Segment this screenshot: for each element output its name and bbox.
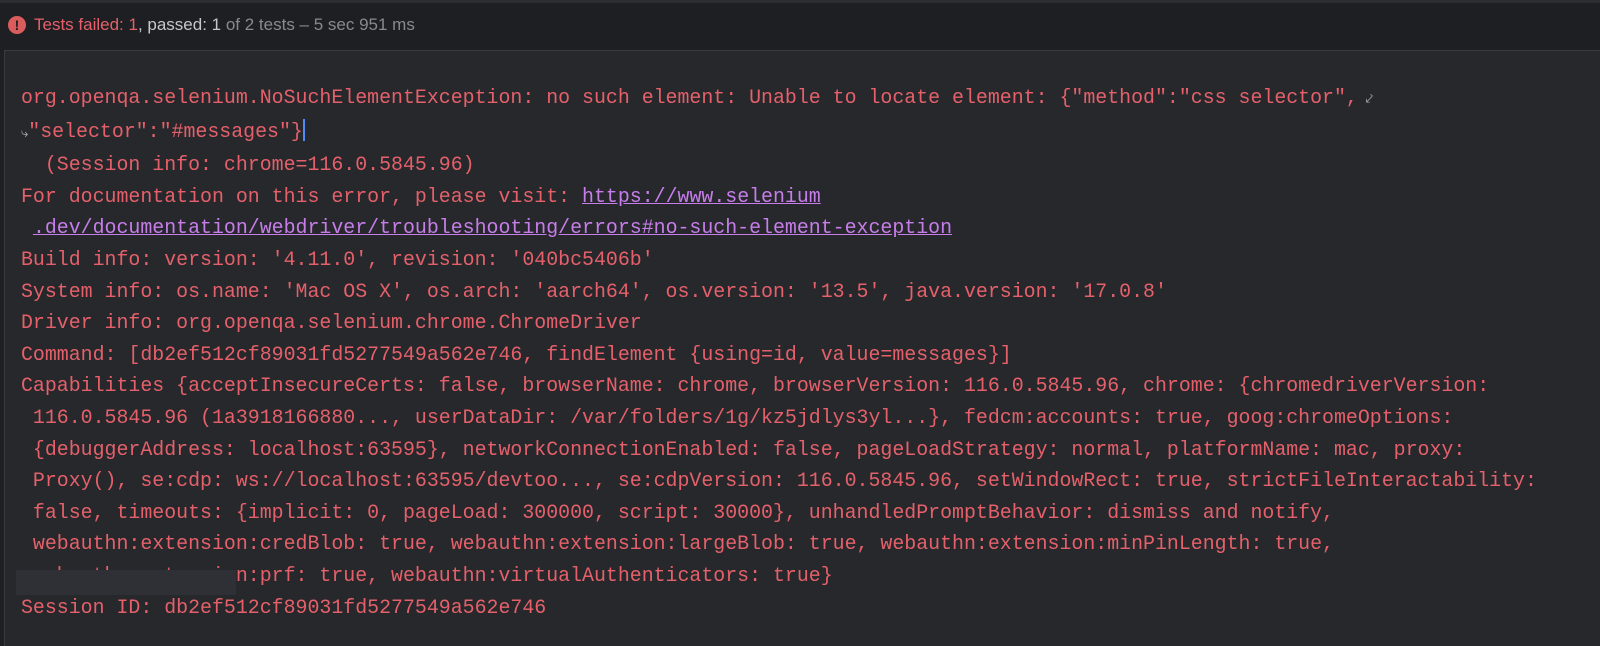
console-line: Command: [db2ef512cf89031fd5277549a562e7…: [21, 342, 1012, 366]
console-line: Proxy(), se:cdp: ws://localhost:63595/de…: [21, 469, 1537, 493]
error-icon: !: [8, 16, 26, 34]
documentation-link[interactable]: https://www.selenium: [582, 185, 821, 208]
console-line: Capabilities {acceptInsecureCerts: false…: [21, 374, 1490, 398]
test-status-bar: ! Tests failed: 1, passed: 1 of 2 tests …: [8, 12, 415, 38]
console-line: Session ID: db2ef512cf89031fd5277549a562…: [21, 595, 547, 619]
text-caret: [302, 118, 305, 141]
console-line: false, timeouts: {implicit: 0, pageLoad:…: [21, 500, 1334, 524]
collapsed-trace-row[interactable]: [16, 570, 236, 595]
console-line: webauthn:extension:credBlob: true, webau…: [21, 532, 1334, 556]
passed-count: , passed: 1: [137, 15, 222, 34]
console-line: (Session info: chrome=116.0.5845.96): [21, 153, 475, 177]
console-line: For documentation on this error, please …: [21, 184, 583, 208]
console-line: org.openqa.selenium.NoSuchElementExcepti…: [21, 86, 1358, 109]
console-line: Build info: version: '4.11.0', revision:…: [21, 247, 654, 271]
duration: – 5 sec 951 ms: [294, 15, 415, 34]
console-line: 116.0.5845.96 (1a3918166880..., userData…: [21, 405, 1454, 429]
console-line: "selector":"#messages"}: [28, 119, 303, 143]
soft-wrap-icon: ⤦: [1357, 92, 1373, 107]
console-text[interactable]: org.openqa.selenium.NoSuchElementExcepti…: [21, 82, 1537, 623]
documentation-link-continued[interactable]: .dev/documentation/webdriver/troubleshoo…: [33, 216, 952, 239]
console-line: System info: os.name: 'Mac OS X', os.arc…: [21, 279, 1167, 303]
console-line: Driver info: org.openqa.selenium.chrome.…: [21, 311, 642, 335]
console-line: {debuggerAddress: localhost:63595}, netw…: [21, 437, 1466, 461]
console-output-panel[interactable]: org.openqa.selenium.NoSuchElementExcepti…: [4, 50, 1600, 646]
total-count: of 2 tests: [221, 15, 295, 34]
top-divider: [0, 0, 1600, 3]
failed-count: Tests failed: 1: [34, 15, 138, 34]
